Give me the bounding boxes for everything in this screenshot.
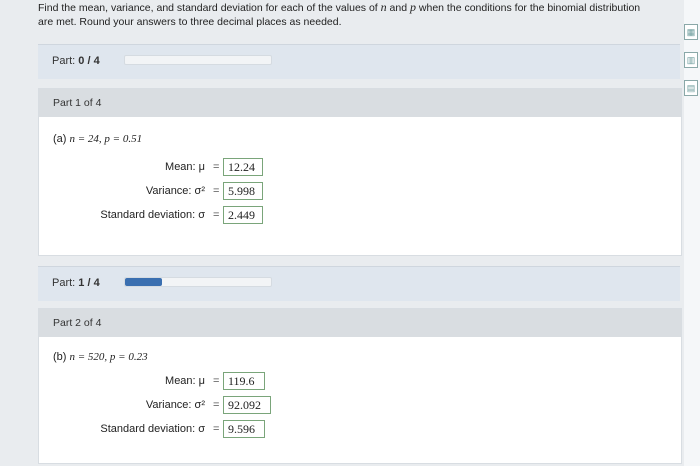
part-progress-value: 0 / 4 <box>78 55 100 67</box>
instructions-text-4: are met. Round your answers to three dec… <box>38 16 342 28</box>
sd-label: Standard deviation: σ <box>100 209 205 221</box>
part-1-header: Part 1 of 4 <box>39 89 681 117</box>
variance-answer[interactable]: 5.998 <box>223 182 263 200</box>
instructions-text-1: Find the mean, variance, and standard de… <box>38 2 381 14</box>
part-2-panel: Part 2 of 4 (b) n = 520, p = 0.23 Mean: … <box>38 308 682 464</box>
page: Find the mean, variance, and standard de… <box>0 0 700 466</box>
variance-label: Variance: σ² <box>145 185 205 197</box>
part-1-question: (a) n = 24, p = 0.51 <box>53 133 143 145</box>
progress-fill-2 <box>125 278 162 286</box>
mean-label-2: Mean: μ <box>165 375 205 387</box>
equals-sign: = <box>213 423 220 435</box>
equals-sign: = <box>213 399 220 411</box>
sd-label-2: Standard deviation: σ <box>100 423 205 435</box>
variance-answer-2[interactable]: 92.092 <box>223 396 271 414</box>
instructions-text-2: and <box>386 2 410 14</box>
instructions-text-3: when the conditions for the binomial dis… <box>416 2 641 14</box>
progress-track-2 <box>124 277 272 287</box>
data-icon[interactable]: ▥ <box>684 52 698 68</box>
part-progress-bar: Part: 0 / 4 <box>38 44 680 79</box>
variance-label-2: Variance: σ² <box>145 399 205 411</box>
calculator-icon[interactable]: ▦ <box>684 24 698 40</box>
instructions: Find the mean, variance, and standard de… <box>38 0 688 29</box>
equals-sign: = <box>213 185 220 197</box>
sd-answer-2[interactable]: 9.596 <box>223 420 265 438</box>
part-2-header: Part 2 of 4 <box>39 309 681 337</box>
part-2-question: (b) n = 520, p = 0.23 <box>53 351 148 363</box>
part-progress-value-2: 1 / 4 <box>78 277 100 289</box>
equals-sign: = <box>213 375 220 387</box>
help-icon[interactable]: ▤ <box>684 80 698 96</box>
part-progress-bar-2: Part: 1 / 4 <box>38 266 680 301</box>
part-progress-label-2: Part: 1 / 4 <box>52 277 100 289</box>
mean-answer[interactable]: 12.24 <box>223 158 263 176</box>
part-1-panel: Part 1 of 4 (a) n = 24, p = 0.51 Mean: μ… <box>38 88 682 256</box>
progress-track <box>124 55 272 65</box>
sd-answer[interactable]: 2.449 <box>223 206 263 224</box>
part-progress-label: Part: 0 / 4 <box>52 55 100 67</box>
right-toolbar: ▦ ▥ ▤ <box>684 0 700 466</box>
mean-answer-2[interactable]: 119.6 <box>223 372 265 390</box>
equals-sign: = <box>213 209 220 221</box>
mean-label: Mean: μ <box>165 161 205 173</box>
equals-sign: = <box>213 161 220 173</box>
